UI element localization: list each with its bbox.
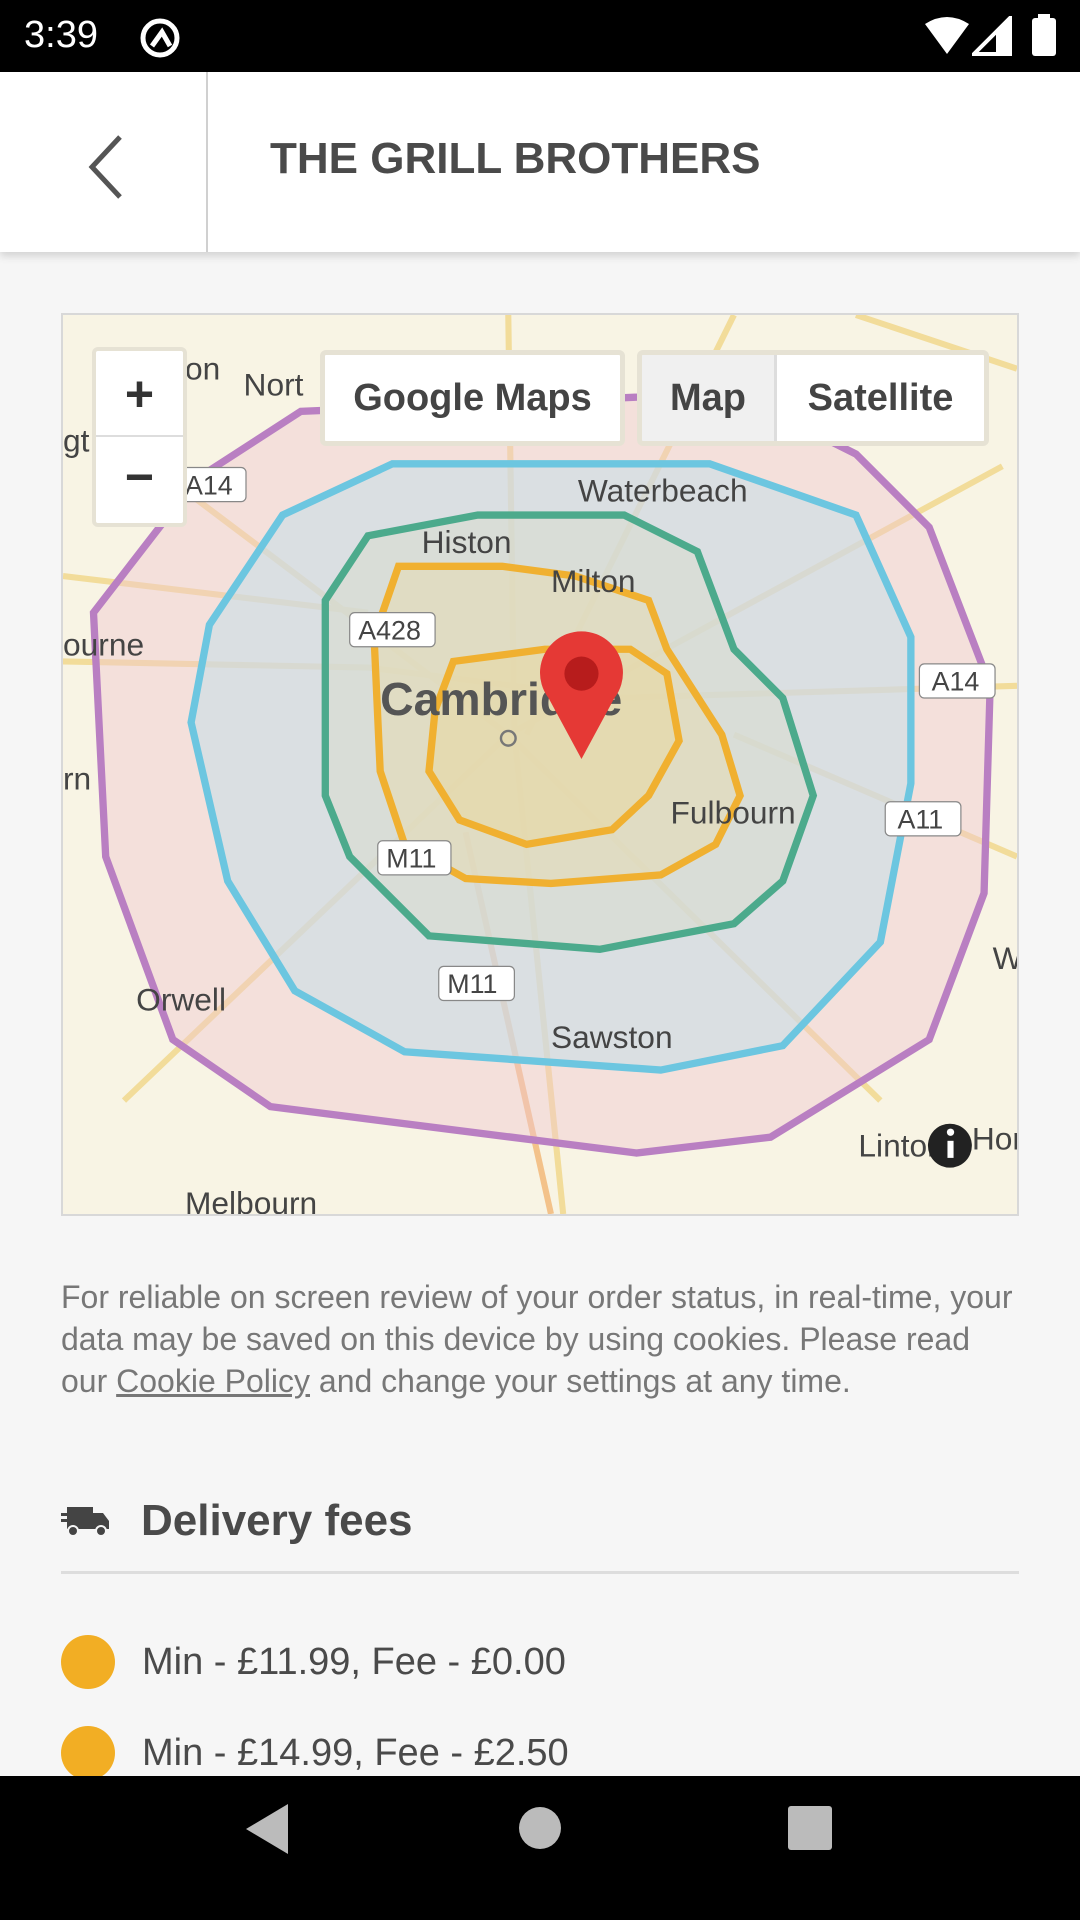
zone-color-dot — [61, 1726, 115, 1780]
place-label: Hor — [972, 1120, 1017, 1156]
place-label: on — [185, 351, 220, 387]
google-maps-button[interactable]: Google Maps — [320, 350, 625, 446]
fee-item: Min - £11.99, Fee - £0.00 — [61, 1635, 566, 1689]
nav-home-icon[interactable] — [518, 1806, 562, 1850]
wifi-icon — [925, 17, 969, 54]
map-type-toggle: Map Satellite — [637, 350, 989, 446]
cookie-text: and change your settings at any time. — [310, 1363, 851, 1399]
truck-icon — [61, 1507, 109, 1537]
delivery-fees-title: Delivery fees — [141, 1496, 413, 1545]
nav-recents-icon[interactable] — [788, 1806, 832, 1850]
place-label: Melbourn — [185, 1185, 317, 1214]
place-label: Waterbeach — [578, 473, 748, 509]
place-label: rn — [63, 761, 91, 797]
delivery-map[interactable]: Nort Waterbeach Histon Milton Cambridge … — [61, 313, 1019, 1216]
cookie-notice: For reliable on screen review of your or… — [61, 1276, 1021, 1402]
place-label: Sawston — [551, 1019, 673, 1055]
divider — [61, 1571, 1019, 1574]
notification-icon — [140, 18, 180, 58]
status-time: 3:39 — [24, 14, 98, 56]
fee-item: Min - £14.99, Fee - £2.50 — [61, 1726, 569, 1780]
place-label: Milton — [551, 563, 636, 599]
place-label: Nort — [244, 367, 304, 403]
signal-icon — [972, 16, 1012, 56]
page-title: THE GRILL BROTHERS — [270, 134, 761, 183]
place-label: W — [993, 940, 1017, 976]
zoom-in-button[interactable]: + — [96, 351, 183, 437]
system-nav-bar — [0, 1776, 1080, 1920]
delivery-fees-heading: Delivery fees — [61, 1496, 413, 1546]
road-badge: A11 — [897, 805, 943, 835]
map-canvas[interactable]: Nort Waterbeach Histon Milton Cambridge … — [63, 315, 1017, 1214]
road-badge: A14 — [932, 667, 980, 697]
fee-label: Min - £11.99, Fee - £0.00 — [142, 1640, 566, 1683]
map-attribution-info-icon[interactable] — [927, 1123, 972, 1168]
zoom-out-button[interactable]: − — [96, 437, 183, 523]
app-header: THE GRILL BROTHERS — [0, 72, 1080, 252]
fee-label: Min - £14.99, Fee - £2.50 — [142, 1731, 569, 1774]
road-badge: A428 — [358, 615, 421, 645]
status-bar: 3:39 — [0, 0, 1080, 72]
map-type-satellite-button[interactable]: Satellite — [777, 355, 984, 441]
place-label: gt — [63, 423, 90, 459]
battery-icon — [1032, 14, 1056, 56]
zoom-controls: + − — [92, 347, 187, 527]
cookie-policy-link[interactable]: Cookie Policy — [116, 1363, 310, 1399]
road-badge: A14 — [185, 470, 233, 500]
zone-color-dot — [61, 1635, 115, 1689]
road-badge: M11 — [386, 844, 436, 874]
back-button[interactable] — [0, 72, 208, 252]
place-label: Histon — [422, 524, 512, 560]
place-label: ourne — [63, 626, 144, 662]
map-type-map-button[interactable]: Map — [642, 355, 777, 441]
road-badge: M11 — [447, 969, 497, 999]
chevron-left-icon — [88, 135, 122, 199]
place-label: Orwell — [136, 981, 226, 1017]
place-label: Fulbourn — [671, 795, 796, 831]
nav-back-icon[interactable] — [242, 1802, 292, 1856]
